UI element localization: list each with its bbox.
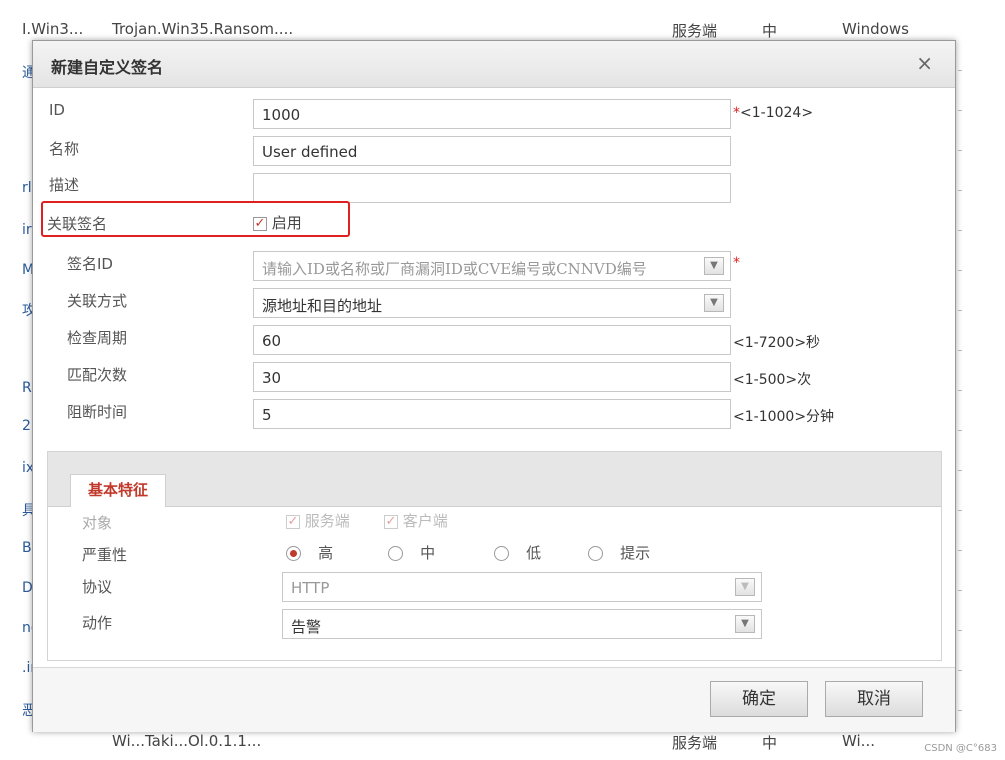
severity-info-radio[interactable]: 提示 (588, 542, 650, 563)
basic-features-section: 基本特征 对象 ✓ 服务端 ✓ 客户端 严重性 高 中 低 提示 协议 HTTP… (47, 451, 942, 661)
match-count-hint: <1-500>次 (733, 372, 812, 388)
chevron-down-icon[interactable]: ▼ (704, 294, 724, 312)
radio-selected-icon[interactable] (286, 546, 301, 561)
signature-id-placeholder: 请输入ID或名称或厂商漏洞ID或CVE编号或CNNVD编号 (262, 260, 647, 278)
description-label: 描述 (49, 176, 80, 194)
bg-cell-5: Windows (842, 20, 909, 38)
description-field[interactable] (253, 173, 731, 203)
action-select[interactable]: 告警 ▼ (282, 609, 762, 639)
confirm-button[interactable]: 确定 (710, 681, 808, 717)
action-value: 告警 (291, 618, 322, 636)
bg-cell-6: Wi...Taki...Ol.0.1.1... (112, 732, 262, 750)
signature-id-required-mark: * (733, 255, 740, 271)
correlation-method-value: 源地址和目的地址 (262, 297, 383, 315)
correlation-method-label: 关联方式 (67, 292, 128, 310)
id-range-hint: <1-1024> (740, 105, 814, 121)
match-count-label: 匹配次数 (67, 366, 128, 384)
radio-icon[interactable] (388, 546, 403, 561)
dialog-footer: 确定 取消 (33, 667, 955, 732)
severity-low-radio[interactable]: 低 (494, 542, 541, 563)
bg-cell-3: 服务端 (672, 22, 718, 40)
check-period-hint: <1-7200>秒 (733, 335, 821, 351)
correlation-method-select[interactable]: 源地址和目的地址 ▼ (253, 288, 731, 318)
checkmark-icon: ✓ (286, 513, 300, 529)
protocol-select[interactable]: HTTP ▼ (282, 572, 762, 602)
severity-info-label: 提示 (620, 544, 651, 562)
watermark: CSDN @C°683 (924, 743, 997, 754)
object-client-label: 客户端 (402, 512, 448, 530)
signature-id-select[interactable]: 请输入ID或名称或厂商漏洞ID或CVE编号或CNNVD编号 ▼ (253, 251, 731, 281)
severity-medium-label: 中 (420, 544, 436, 562)
chevron-down-icon[interactable]: ▼ (735, 578, 755, 596)
check-period-label: 检查周期 (67, 329, 128, 347)
block-time-field[interactable]: 5 (253, 399, 731, 429)
object-client-checkbox[interactable]: ✓ 客户端 (384, 510, 448, 531)
required-mark: * (733, 105, 740, 121)
chevron-down-icon[interactable]: ▼ (704, 257, 724, 275)
bg-cell-1: I.Win3... (22, 20, 84, 38)
id-label: ID (49, 101, 65, 119)
checkmark-icon: ✓ (384, 513, 398, 529)
bg-cell-4: 中 (762, 22, 778, 40)
object-server-label: 服务端 (304, 512, 350, 530)
radio-icon[interactable] (588, 546, 603, 561)
id-hint: *<1-1024> (733, 105, 813, 121)
object-server-checkbox[interactable]: ✓ 服务端 (286, 510, 350, 531)
dialog-title: 新建自定义签名 (51, 58, 164, 77)
signature-id-label: 签名ID (67, 255, 113, 273)
protocol-label: 协议 (82, 578, 113, 596)
severity-medium-radio[interactable]: 中 (388, 542, 435, 563)
bg-cell-2: Trojan.Win35.Ransom.... (112, 20, 294, 38)
match-count-field[interactable]: 30 (253, 362, 731, 392)
dialog-header: 新建自定义签名 × (33, 41, 955, 88)
check-period-field[interactable]: 60 (253, 325, 731, 355)
severity-low-label: 低 (526, 544, 542, 562)
tab-basic-features[interactable]: 基本特征 (70, 474, 166, 507)
highlight-box (41, 201, 350, 237)
object-label: 对象 (82, 514, 113, 532)
close-icon[interactable]: × (916, 51, 933, 75)
protocol-value: HTTP (291, 579, 330, 597)
section-tab-bar: 基本特征 (48, 452, 941, 507)
chevron-down-icon[interactable]: ▼ (735, 615, 755, 633)
new-custom-signature-dialog: 新建自定义签名 × ID 1000 *<1-1024> 名称 User defi… (32, 40, 956, 732)
cancel-button[interactable]: 取消 (825, 681, 923, 717)
name-field[interactable]: User defined (253, 136, 731, 166)
radio-icon[interactable] (494, 546, 509, 561)
bg-cell-8: 中 (762, 734, 778, 752)
id-field[interactable]: 1000 (253, 99, 731, 129)
block-time-hint: <1-1000>分钟 (733, 409, 835, 425)
bg-cell-9: Wi... (842, 732, 875, 750)
bg-cell-7: 服务端 (672, 734, 718, 752)
severity-high-label: 高 (318, 544, 334, 562)
name-label: 名称 (49, 140, 80, 158)
action-label: 动作 (82, 614, 113, 632)
severity-high-radio[interactable]: 高 (286, 542, 333, 563)
severity-label: 严重性 (82, 546, 128, 564)
block-time-label: 阻断时间 (67, 403, 128, 421)
bg-row-dividers (958, 40, 962, 740)
